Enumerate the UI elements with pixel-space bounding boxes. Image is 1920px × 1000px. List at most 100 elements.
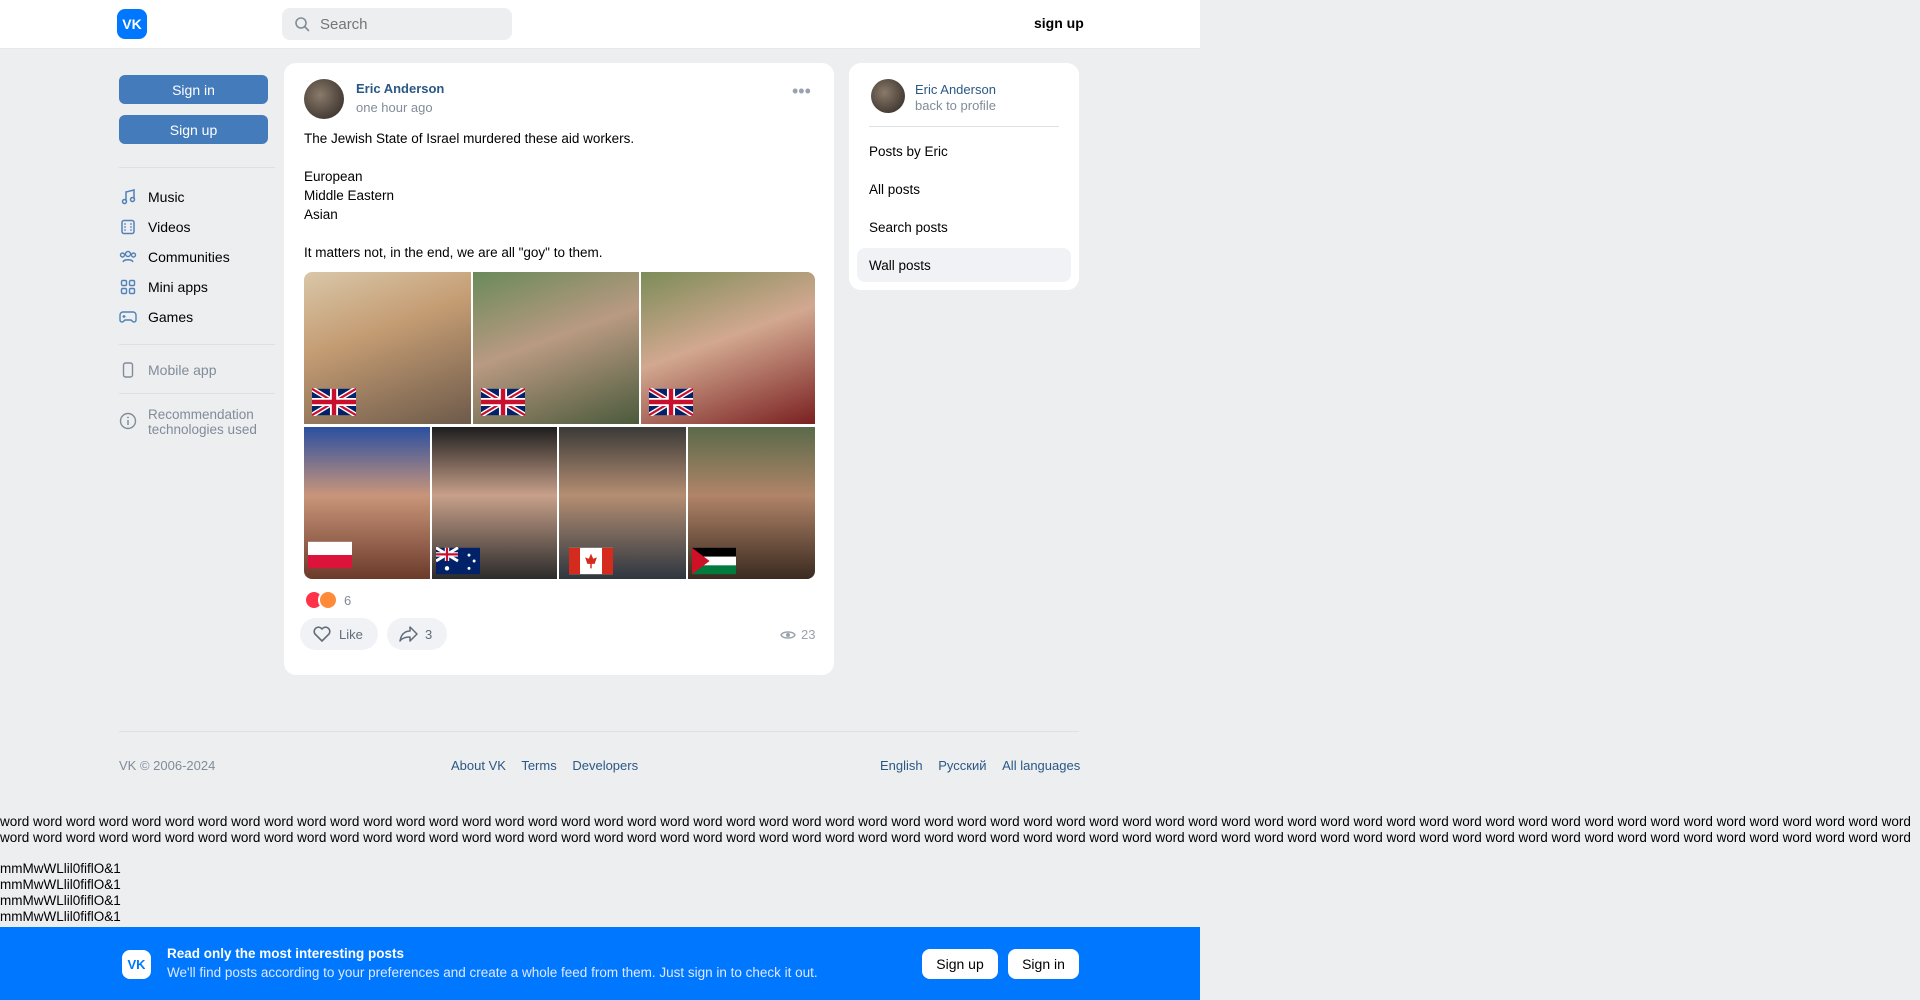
sidebar-divider [119, 393, 275, 394]
banner-signin-button[interactable]: Sign in [1008, 949, 1079, 979]
recommendation-line-1: Recommendation [148, 407, 254, 422]
menu-all-posts[interactable]: All posts [857, 172, 1071, 206]
search-box[interactable] [282, 8, 512, 40]
sidebar-item-label: Music [148, 189, 185, 205]
photo[interactable] [432, 427, 557, 579]
heart-icon [313, 626, 331, 642]
recommendation-line-2: technologies used [148, 422, 257, 437]
sidebar-recommendation-link[interactable]: Recommendation technologies used [119, 407, 257, 437]
filler-glyph-line: mmMwWLlil0fiflO&1 [0, 909, 121, 924]
sidebar-item-communities[interactable]: Communities [119, 245, 230, 269]
angry-reaction-icon [318, 590, 338, 610]
communities-icon [119, 248, 137, 266]
footer-links: About VK Terms Developers [451, 758, 650, 773]
post-text-line: It matters not, in the end, we are all "… [304, 245, 603, 260]
reaction-count: 6 [344, 592, 352, 608]
menu-posts-by-author[interactable]: Posts by Eric [857, 134, 1071, 168]
right-panel: Eric Anderson back to profile Posts by E… [849, 63, 1079, 290]
footer-link-terms[interactable]: Terms [521, 758, 556, 773]
vk-logo: VK [122, 950, 151, 979]
post-text-line: European [304, 169, 363, 184]
menu-search-posts[interactable]: Search posts [857, 210, 1071, 244]
post-time[interactable]: one hour ago [356, 100, 433, 115]
header-signup-link[interactable]: sign up [1034, 15, 1084, 31]
poland-flag-icon [308, 541, 352, 569]
uk-flag-icon [649, 388, 693, 416]
vk-logo[interactable]: VK [117, 9, 147, 39]
profile-name[interactable]: Eric Anderson [915, 82, 996, 97]
mobile-phone-icon [119, 361, 137, 379]
footer-lang-russian[interactable]: Русский [938, 758, 986, 773]
mini-apps-icon [119, 278, 137, 296]
videos-icon [119, 218, 137, 236]
sidebar-item-games[interactable]: Games [119, 305, 193, 329]
post-author[interactable]: Eric Anderson [356, 81, 444, 96]
like-button[interactable]: Like [300, 618, 378, 650]
sidebar-item-label: Mini apps [148, 279, 208, 295]
filler-glyph-line: mmMwWLlil0fiflO&1 [0, 861, 121, 876]
footer-copyright: VK © 2006-2024 [119, 758, 216, 773]
post-text-line: Asian [304, 207, 338, 222]
post-photo-grid[interactable] [304, 272, 815, 579]
search-icon [295, 17, 310, 32]
views-counter: 23 [780, 627, 815, 642]
info-icon [119, 412, 137, 430]
views-count: 23 [801, 627, 816, 642]
footer-languages: English Русский All languages [880, 758, 1080, 773]
sidebar-item-label: Communities [148, 249, 230, 265]
footer-divider [119, 731, 1079, 732]
more-options-icon[interactable]: ••• [792, 82, 814, 100]
banner-subtitle: We'll find posts according to your prefe… [167, 965, 818, 980]
australia-flag-icon [436, 547, 480, 575]
eye-icon [780, 630, 796, 639]
photo[interactable] [688, 427, 815, 579]
palestine-flag-icon [692, 547, 736, 575]
canada-flag-icon [569, 547, 613, 575]
photo[interactable] [559, 427, 686, 579]
photo[interactable] [641, 272, 815, 424]
sidebar-signin-button[interactable]: Sign in [119, 75, 268, 104]
share-button[interactable]: 3 [387, 618, 447, 650]
sidebar-divider [119, 167, 275, 168]
sidebar-item-videos[interactable]: Videos [119, 215, 191, 239]
banner-signup-button[interactable]: Sign up [922, 949, 998, 979]
sidebar-item-label: Videos [148, 219, 191, 235]
profile-avatar[interactable] [871, 79, 905, 113]
banner-title: Read only the most interesting posts [167, 946, 405, 961]
sidebar-item-label: Mobile app [148, 362, 217, 378]
footer-link-about[interactable]: About VK [451, 758, 506, 773]
filler-glyph-line: mmMwWLlil0fiflO&1 [0, 877, 121, 892]
post-card: Eric Anderson one hour ago ••• The Jewis… [284, 63, 834, 675]
back-to-profile-link[interactable]: back to profile [915, 98, 996, 113]
footer-link-developers[interactable]: Developers [572, 758, 638, 773]
post-text-line: The Jewish State of Israel murdered thes… [304, 131, 635, 146]
menu-wall-posts[interactable]: Wall posts [857, 248, 1071, 282]
footer-lang-all[interactable]: All languages [1002, 758, 1080, 773]
uk-flag-icon [312, 388, 356, 416]
filler-word-line: word word word word word word word word … [0, 830, 1911, 845]
uk-flag-icon [481, 388, 525, 416]
sidebar-divider [119, 344, 275, 345]
music-icon [119, 188, 137, 206]
photo[interactable] [304, 272, 471, 424]
sidebar-item-mobile-app[interactable]: Mobile app [119, 358, 217, 382]
like-label: Like [339, 626, 363, 642]
reactions-summary[interactable]: 6 [304, 590, 351, 610]
photo[interactable] [304, 427, 430, 579]
games-icon [119, 308, 137, 326]
footer-lang-english[interactable]: English [880, 758, 923, 773]
filler-glyph-line: mmMwWLlil0fiflO&1 [0, 893, 121, 908]
sidebar-item-mini-apps[interactable]: Mini apps [119, 275, 208, 299]
filler-word-line: word word word word word word word word … [0, 814, 1911, 829]
share-count: 3 [425, 626, 433, 642]
sidebar-signup-button[interactable]: Sign up [119, 115, 268, 144]
sidebar-item-music[interactable]: Music [119, 185, 185, 209]
author-avatar[interactable] [304, 79, 344, 119]
sidebar-item-label: Games [148, 309, 194, 325]
top-header: VK sign up [0, 0, 1200, 49]
search-input[interactable] [318, 14, 502, 34]
photo[interactable] [473, 272, 639, 424]
share-icon [399, 626, 418, 642]
panel-divider [869, 126, 1059, 127]
signup-banner: VK Read only the most interesting posts … [0, 927, 1200, 1000]
